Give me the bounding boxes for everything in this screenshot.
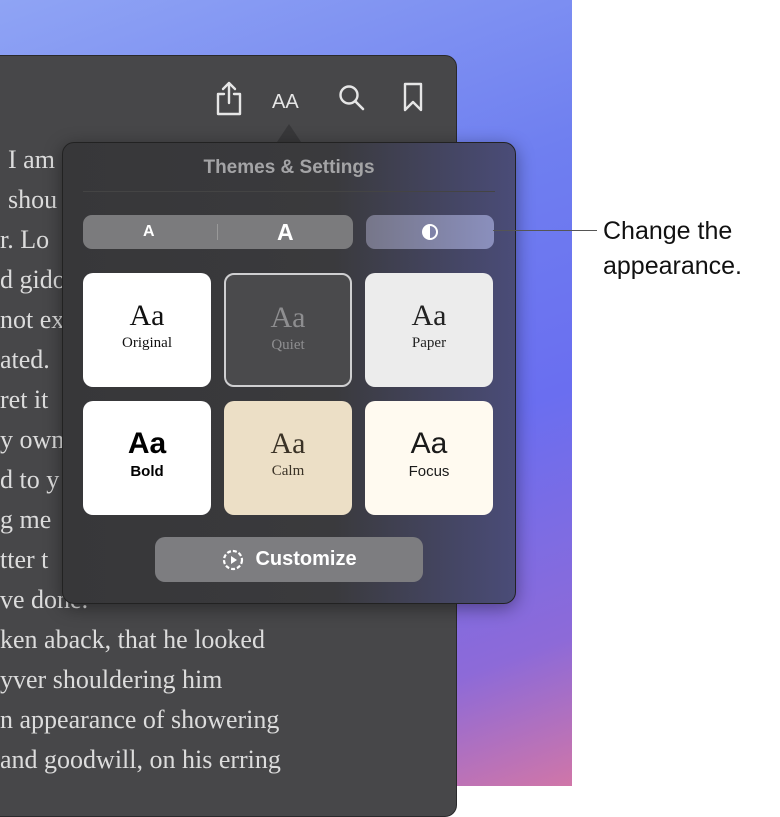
text-size-button[interactable]: AA: [272, 84, 299, 115]
theme-name: Calm: [271, 463, 305, 479]
text-line: n appearance of showering: [0, 705, 280, 734]
bookmark-icon[interactable]: [402, 82, 424, 117]
customize-icon: [223, 549, 244, 570]
theme-name: Quiet: [271, 337, 305, 353]
theme-original[interactable]: Aa Original: [83, 273, 211, 387]
half-circle-icon: [422, 224, 438, 240]
callout-text: Change the appearance.: [603, 214, 742, 284]
font-size-control: A A: [83, 215, 353, 249]
text-line: ken aback, that he looked: [0, 625, 265, 654]
theme-calm[interactable]: Aa Calm: [224, 401, 352, 515]
callout-line-2: appearance.: [603, 252, 743, 280]
share-icon[interactable]: [214, 80, 244, 123]
theme-sample: Aa: [270, 301, 306, 334]
text-line: and goodwill, on his erring: [0, 745, 281, 774]
customize-button[interactable]: Customize: [155, 537, 423, 582]
callout-line-1: Change the: [603, 217, 733, 245]
theme-name: Paper: [411, 335, 447, 351]
callout-line: [493, 230, 597, 231]
search-icon[interactable]: [338, 84, 366, 117]
theme-sample: Aa: [270, 427, 306, 460]
divider: [217, 224, 218, 240]
theme-sample: Aa: [411, 299, 447, 332]
theme-sample: Aa: [129, 299, 165, 332]
appearance-button[interactable]: [366, 215, 494, 249]
theme-sample: Aa: [410, 427, 448, 460]
theme-sample: Aa: [127, 427, 167, 460]
popover-arrow: [277, 124, 301, 142]
text-size-icon: AA: [272, 91, 299, 113]
decrease-font-button[interactable]: A: [143, 223, 155, 241]
theme-bold[interactable]: Aa Bold: [83, 401, 211, 515]
theme-name: Original: [122, 335, 172, 351]
theme-name: Focus: [408, 463, 450, 480]
theme-quiet[interactable]: Aa Quiet: [224, 273, 352, 387]
text-line: yver shouldering him: [0, 665, 223, 694]
theme-name: Bold: [130, 463, 164, 480]
popover-title: Themes & Settings: [203, 157, 375, 178]
increase-font-button[interactable]: A: [277, 219, 294, 246]
theme-focus[interactable]: Aa Focus: [365, 401, 493, 515]
theme-paper[interactable]: Aa Paper: [365, 273, 493, 387]
themes-settings-popover: Themes & Settings A A Aa Original Aa Quiet A…: [62, 142, 516, 604]
divider: [83, 191, 495, 192]
customize-label: Customize: [255, 548, 357, 570]
